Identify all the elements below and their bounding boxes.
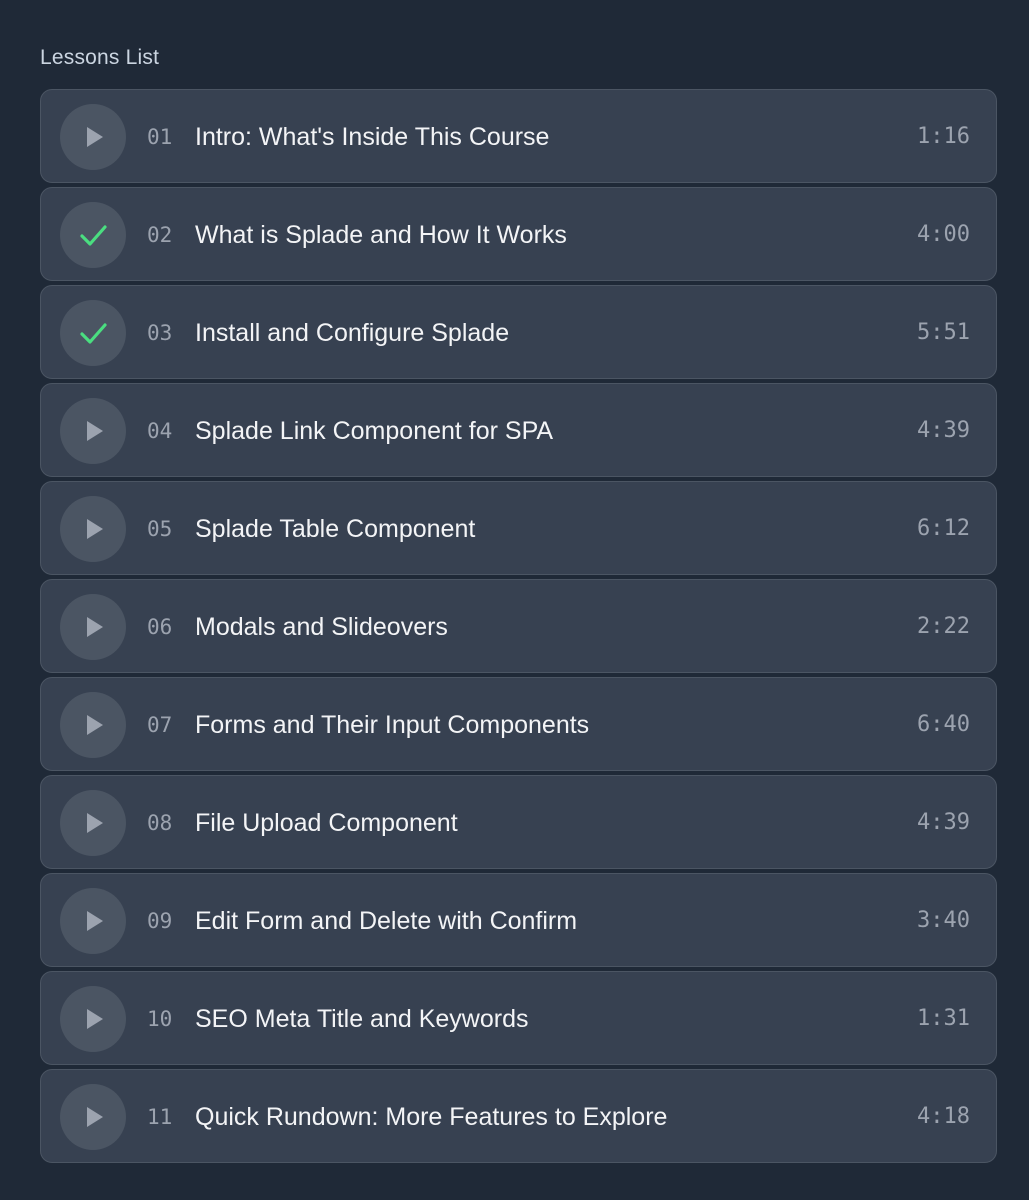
play-icon: [87, 1107, 103, 1127]
lesson-row-11[interactable]: 11 Quick Rundown: More Features to Explo…: [40, 1069, 997, 1163]
play-icon: [87, 1009, 103, 1029]
lesson-number: 04: [147, 419, 173, 443]
lesson-row-08[interactable]: 08 File Upload Component 4:39: [40, 775, 997, 869]
lesson-title: Intro: What's Inside This Course: [195, 123, 550, 151]
play-icon: [87, 813, 103, 833]
lesson-status-button[interactable]: [60, 496, 126, 562]
lesson-title: Edit Form and Delete with Confirm: [195, 907, 578, 935]
lesson-row-05[interactable]: 05 Splade Table Component 6:12: [40, 481, 997, 575]
lesson-status-button[interactable]: [60, 202, 126, 268]
lesson-number: 10: [147, 1007, 173, 1031]
lesson-title: SEO Meta Title and Keywords: [195, 1005, 529, 1033]
lesson-number: 05: [147, 517, 173, 541]
check-icon: [80, 323, 107, 344]
lesson-row-10[interactable]: 10 SEO Meta Title and Keywords 1:31: [40, 971, 997, 1065]
lesson-status-button[interactable]: [60, 1084, 126, 1150]
lesson-row-02[interactable]: 02 What is Splade and How It Works 4:00: [40, 187, 997, 281]
lesson-title: File Upload Component: [195, 809, 458, 837]
lesson-status-button[interactable]: [60, 790, 126, 856]
lesson-status-button[interactable]: [60, 104, 126, 170]
lesson-number: 01: [147, 125, 173, 149]
lesson-duration: 4:00: [917, 222, 970, 247]
lesson-number: 09: [147, 909, 173, 933]
lesson-status-button[interactable]: [60, 300, 126, 366]
lesson-duration: 5:51: [917, 320, 970, 345]
lesson-number: 06: [147, 615, 173, 639]
lesson-row-04[interactable]: 04 Splade Link Component for SPA 4:39: [40, 383, 997, 477]
lesson-title: Splade Link Component for SPA: [195, 417, 554, 445]
lesson-number: 03: [147, 321, 173, 345]
play-icon: [87, 519, 103, 539]
lesson-title: Modals and Slideovers: [195, 613, 448, 641]
play-icon: [87, 617, 103, 637]
lessons-list-heading: Lessons List: [40, 46, 160, 69]
lesson-number: 02: [147, 223, 173, 247]
lesson-duration: 4:18: [917, 1104, 970, 1129]
lesson-status-button[interactable]: [60, 888, 126, 954]
lesson-status-button[interactable]: [60, 594, 126, 660]
play-icon: [87, 911, 103, 931]
lessons-panel: Lessons List 01 Intro: What's Inside Thi…: [0, 0, 1029, 1200]
play-icon: [87, 421, 103, 441]
lesson-title: Forms and Their Input Components: [195, 711, 590, 739]
play-icon: [87, 715, 103, 735]
lesson-title: Install and Configure Splade: [195, 319, 510, 347]
lesson-duration: 1:31: [917, 1006, 970, 1031]
lesson-title: Quick Rundown: More Features to Explore: [195, 1103, 668, 1131]
lesson-row-09[interactable]: 09 Edit Form and Delete with Confirm 3:4…: [40, 873, 997, 967]
lesson-duration: 6:12: [917, 516, 970, 541]
lesson-row-06[interactable]: 06 Modals and Slideovers 2:22: [40, 579, 997, 673]
lesson-title: Splade Table Component: [195, 515, 476, 543]
lesson-list: 01 Intro: What's Inside This Course 1:16…: [40, 89, 997, 1167]
lesson-title: What is Splade and How It Works: [195, 221, 567, 249]
lesson-duration: 6:40: [917, 712, 970, 737]
lesson-number: 08: [147, 811, 173, 835]
lesson-duration: 2:22: [917, 614, 970, 639]
lesson-status-button[interactable]: [60, 692, 126, 758]
lesson-duration: 4:39: [917, 418, 970, 443]
lesson-row-03[interactable]: 03 Install and Configure Splade 5:51: [40, 285, 997, 379]
lesson-duration: 1:16: [917, 124, 970, 149]
lesson-number: 11: [147, 1105, 173, 1129]
lesson-status-button[interactable]: [60, 986, 126, 1052]
lesson-duration: 4:39: [917, 810, 970, 835]
check-icon: [80, 225, 107, 246]
lesson-duration: 3:40: [917, 908, 970, 933]
lesson-status-button[interactable]: [60, 398, 126, 464]
play-icon: [87, 127, 103, 147]
lesson-row-07[interactable]: 07 Forms and Their Input Components 6:40: [40, 677, 997, 771]
lesson-row-01[interactable]: 01 Intro: What's Inside This Course 1:16: [40, 89, 997, 183]
lesson-number: 07: [147, 713, 173, 737]
